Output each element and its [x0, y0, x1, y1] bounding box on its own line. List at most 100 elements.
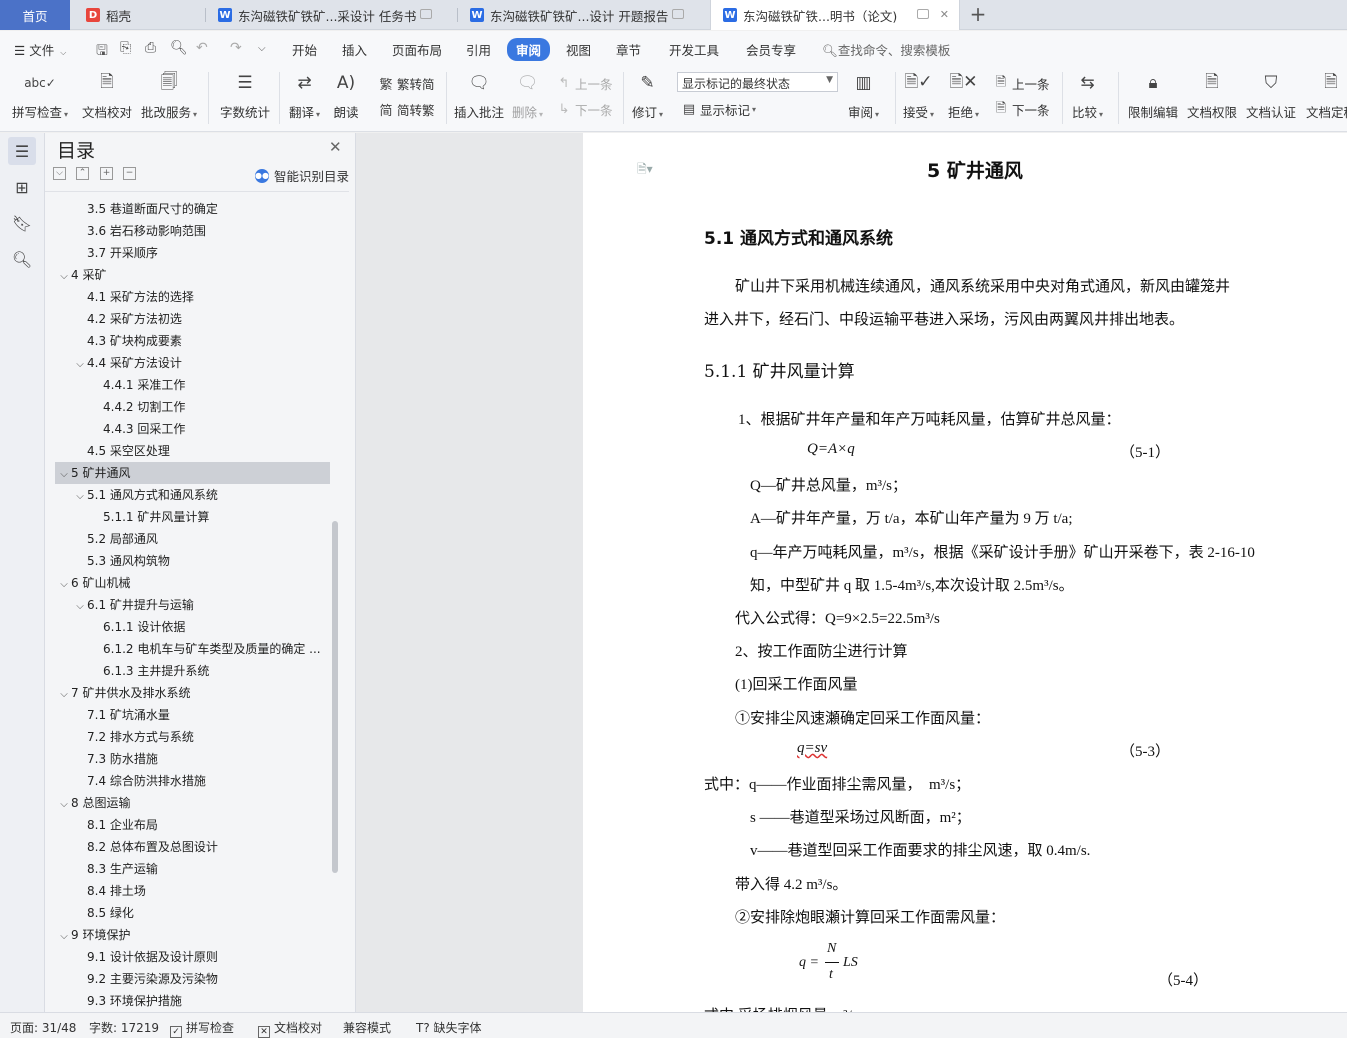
tab-thesis[interactable]: W 东沟磁铁矿铁...明书（论文) ✕ [710, 0, 960, 30]
close-icon[interactable]: ✕ [329, 138, 342, 156]
toc-item[interactable]: 3.6 岩石移动影响范围 [45, 220, 330, 242]
next-change-button[interactable]: 🗎 下一条 [993, 100, 1050, 119]
toc-item[interactable]: 4.2 采矿方法初选 [45, 308, 330, 330]
doc-cert-button[interactable]: ⛉ 文档认证 [1246, 70, 1296, 121]
toc-item[interactable]: 9.3 环境保护措施 [45, 990, 330, 1009]
smart-toc-button[interactable]: ●● 智能识别目录 [255, 166, 349, 185]
toc-item[interactable]: ⌵ 9 环境保护 [45, 924, 330, 946]
batch-service-button[interactable]: 🗐 批改服务 ▾ [141, 70, 197, 121]
tab-proposal[interactable]: W 东沟磁铁矿铁矿...设计 开题报告 [458, 0, 708, 30]
toc-item[interactable]: 7.1 矿坑涌水量 [45, 704, 330, 726]
toc-item[interactable]: 8.5 绿化 [45, 902, 330, 924]
toc-item[interactable]: ⌵ 7 矿井供水及排水系统 [45, 682, 330, 704]
show-markup-button[interactable]: ▤ 显示标记 ▾ [681, 100, 756, 119]
chevron-down-icon[interactable]: ⌵ [73, 486, 87, 506]
save-icon[interactable]: 🖫 [96, 40, 108, 64]
toc-item[interactable]: 7.3 防水措施 [45, 748, 330, 770]
restrict-edit-button[interactable]: 🔒︎ 限制编辑 [1128, 70, 1178, 121]
toc-item[interactable]: 4.5 采空区处理 [45, 440, 330, 462]
chevron-down-icon[interactable]: ⌵ [57, 684, 71, 704]
word-count-button[interactable]: ☰ 字数统计 [220, 70, 270, 121]
toc-item[interactable]: 6.1.1 设计依据 [45, 616, 330, 638]
insert-comment-button[interactable]: 🗨 插入批注 [454, 70, 504, 121]
chevron-down-icon[interactable]: ⌵ [57, 266, 71, 286]
toc-item[interactable]: ⌵ 6.1 矿井提升与运输 [45, 594, 330, 616]
tab-task-book[interactable]: W 东沟磁铁矿铁矿...采设计 任务书 [206, 0, 456, 30]
tab-daoke[interactable]: D 稻壳 [74, 0, 204, 30]
toc-item[interactable]: 4.3 矿块构成要素 [45, 330, 330, 352]
to-simplified-button[interactable]: 简简转繁 [378, 100, 434, 119]
toc-item[interactable]: 8.1 企业布局 [45, 814, 330, 836]
toc-panel-icon[interactable]: ☰ [8, 137, 36, 165]
expand-up-icon[interactable]: ⌃ [76, 167, 89, 180]
float-window-icon[interactable] [420, 9, 432, 19]
toc-item[interactable]: ⌵ 4.4 采矿方法设计 [45, 352, 330, 374]
toc-scrollbar[interactable] [332, 521, 338, 873]
chevron-down-icon[interactable]: ⌵ [57, 464, 71, 484]
file-menu[interactable]: ☰ 文件 ⌵ [14, 40, 66, 59]
chevron-down-icon[interactable]: ⌵ [57, 574, 71, 594]
toc-item[interactable]: 9.1 设计依据及设计原则 [45, 946, 330, 968]
toc-item[interactable]: 8.3 生产运输 [45, 858, 330, 880]
chevron-down-icon[interactable]: ⌵ [57, 794, 71, 814]
quick-access-dropdown-icon[interactable]: ⌵ [258, 43, 266, 54]
reject-button[interactable]: 🗎✕ 拒绝 ▾ [948, 70, 979, 121]
export-icon[interactable]: ⎘ [120, 40, 131, 56]
compare-button[interactable]: ⇆ 比较 ▾ [1072, 70, 1103, 121]
toc-item[interactable]: 5.1.1 矿井风量计算 [45, 506, 330, 528]
toc-item[interactable]: 5.2 局部通风 [45, 528, 330, 550]
doc-permission-button[interactable]: 🗎 文档权限 [1187, 70, 1237, 121]
menu-review[interactable]: 审阅 [507, 38, 551, 61]
remove-level-icon[interactable]: − [123, 167, 136, 180]
collapse-all-icon[interactable]: ⌵ [53, 167, 66, 180]
menu-view[interactable]: 视图 [566, 40, 591, 59]
toc-item[interactable]: 4.1 采矿方法的选择 [45, 286, 330, 308]
redo-icon[interactable]: ↷ [230, 40, 242, 56]
close-icon[interactable]: ✕ [940, 8, 949, 21]
toc-item[interactable]: ⌵ 8 总图运输 [45, 792, 330, 814]
print-icon[interactable]: ⎙ [145, 40, 156, 56]
toc-item[interactable]: 4.4.1 采准工作 [45, 374, 330, 396]
page-indicator[interactable]: 页面: 31/48 [10, 1019, 76, 1036]
new-tab-button[interactable]: + [966, 3, 990, 27]
toc-item[interactable]: 7.4 综合防洪排水措施 [45, 770, 330, 792]
toc-item[interactable]: 6.1.2 电机车与矿车类型及质量的确定 ... [45, 638, 330, 660]
read-aloud-button[interactable]: A) 朗读 [333, 70, 359, 121]
toc-item[interactable]: 4.4.3 回采工作 [45, 418, 330, 440]
review-pane-button[interactable]: ▥ 审阅 ▾ [848, 70, 879, 121]
translate-button[interactable]: ⇄ 翻译 ▾ [289, 70, 320, 121]
search-icon[interactable]: 🔍︎ [8, 245, 36, 273]
markup-mode-select[interactable]: 显示标记的最终状态 ▼ [677, 72, 838, 92]
float-window-icon[interactable] [917, 9, 929, 19]
page-menu-icon[interactable]: 🗎▾ [637, 160, 653, 181]
toc-item[interactable]: ⌵ 5 矿井通风 [55, 462, 330, 484]
missing-font-indicator[interactable]: T? 缺失字体 [416, 1019, 482, 1036]
menu-insert[interactable]: 插入 [342, 40, 367, 59]
status-doc-proof[interactable]: ✕ 文档校对 [258, 1019, 322, 1038]
toc-item[interactable]: 4.4.2 切割工作 [45, 396, 330, 418]
toc-item[interactable]: 8.2 总体布置及总图设计 [45, 836, 330, 858]
toc-item[interactable]: 3.5 巷道断面尺寸的确定 [45, 198, 330, 220]
toc-item[interactable]: 9.2 主要污染源及污染物 [45, 968, 330, 990]
status-spell-check[interactable]: ✓ 拼写检查 [170, 1019, 234, 1038]
word-count-indicator[interactable]: 字数: 17219 [89, 1019, 159, 1036]
toc-item[interactable]: 3.7 开采顺序 [45, 242, 330, 264]
menu-page-layout[interactable]: 页面布局 [392, 40, 442, 59]
menu-chapter[interactable]: 章节 [616, 40, 641, 59]
toc-item[interactable]: 5.3 通风构筑物 [45, 550, 330, 572]
tab-home[interactable]: 首页 [0, 0, 70, 30]
menu-start[interactable]: 开始 [292, 40, 317, 59]
prev-comment-button[interactable]: ↰ 上一条 [556, 74, 613, 93]
revise-button[interactable]: ✎ 修订 ▾ [632, 70, 663, 121]
chapter-nav-icon[interactable]: ⊞ [8, 173, 36, 201]
toc-item[interactable]: ⌵ 4 采矿 [45, 264, 330, 286]
toc-item[interactable]: ⌵ 6 矿山机械 [45, 572, 330, 594]
spell-check-button[interactable]: abc✓ 拼写检查 ▾ [12, 70, 68, 121]
bookmark-icon[interactable]: 🔖︎ [8, 209, 36, 237]
menu-reference[interactable]: 引用 [466, 40, 491, 59]
accept-button[interactable]: 🗎✓ 接受 ▾ [903, 70, 934, 121]
toc-item[interactable]: ⌵ 5.1 通风方式和通风系统 [45, 484, 330, 506]
menu-member[interactable]: 会员专享 [746, 40, 796, 59]
float-window-icon[interactable] [672, 9, 684, 19]
doc-proof-button[interactable]: 🗎 文档校对 [82, 70, 132, 121]
